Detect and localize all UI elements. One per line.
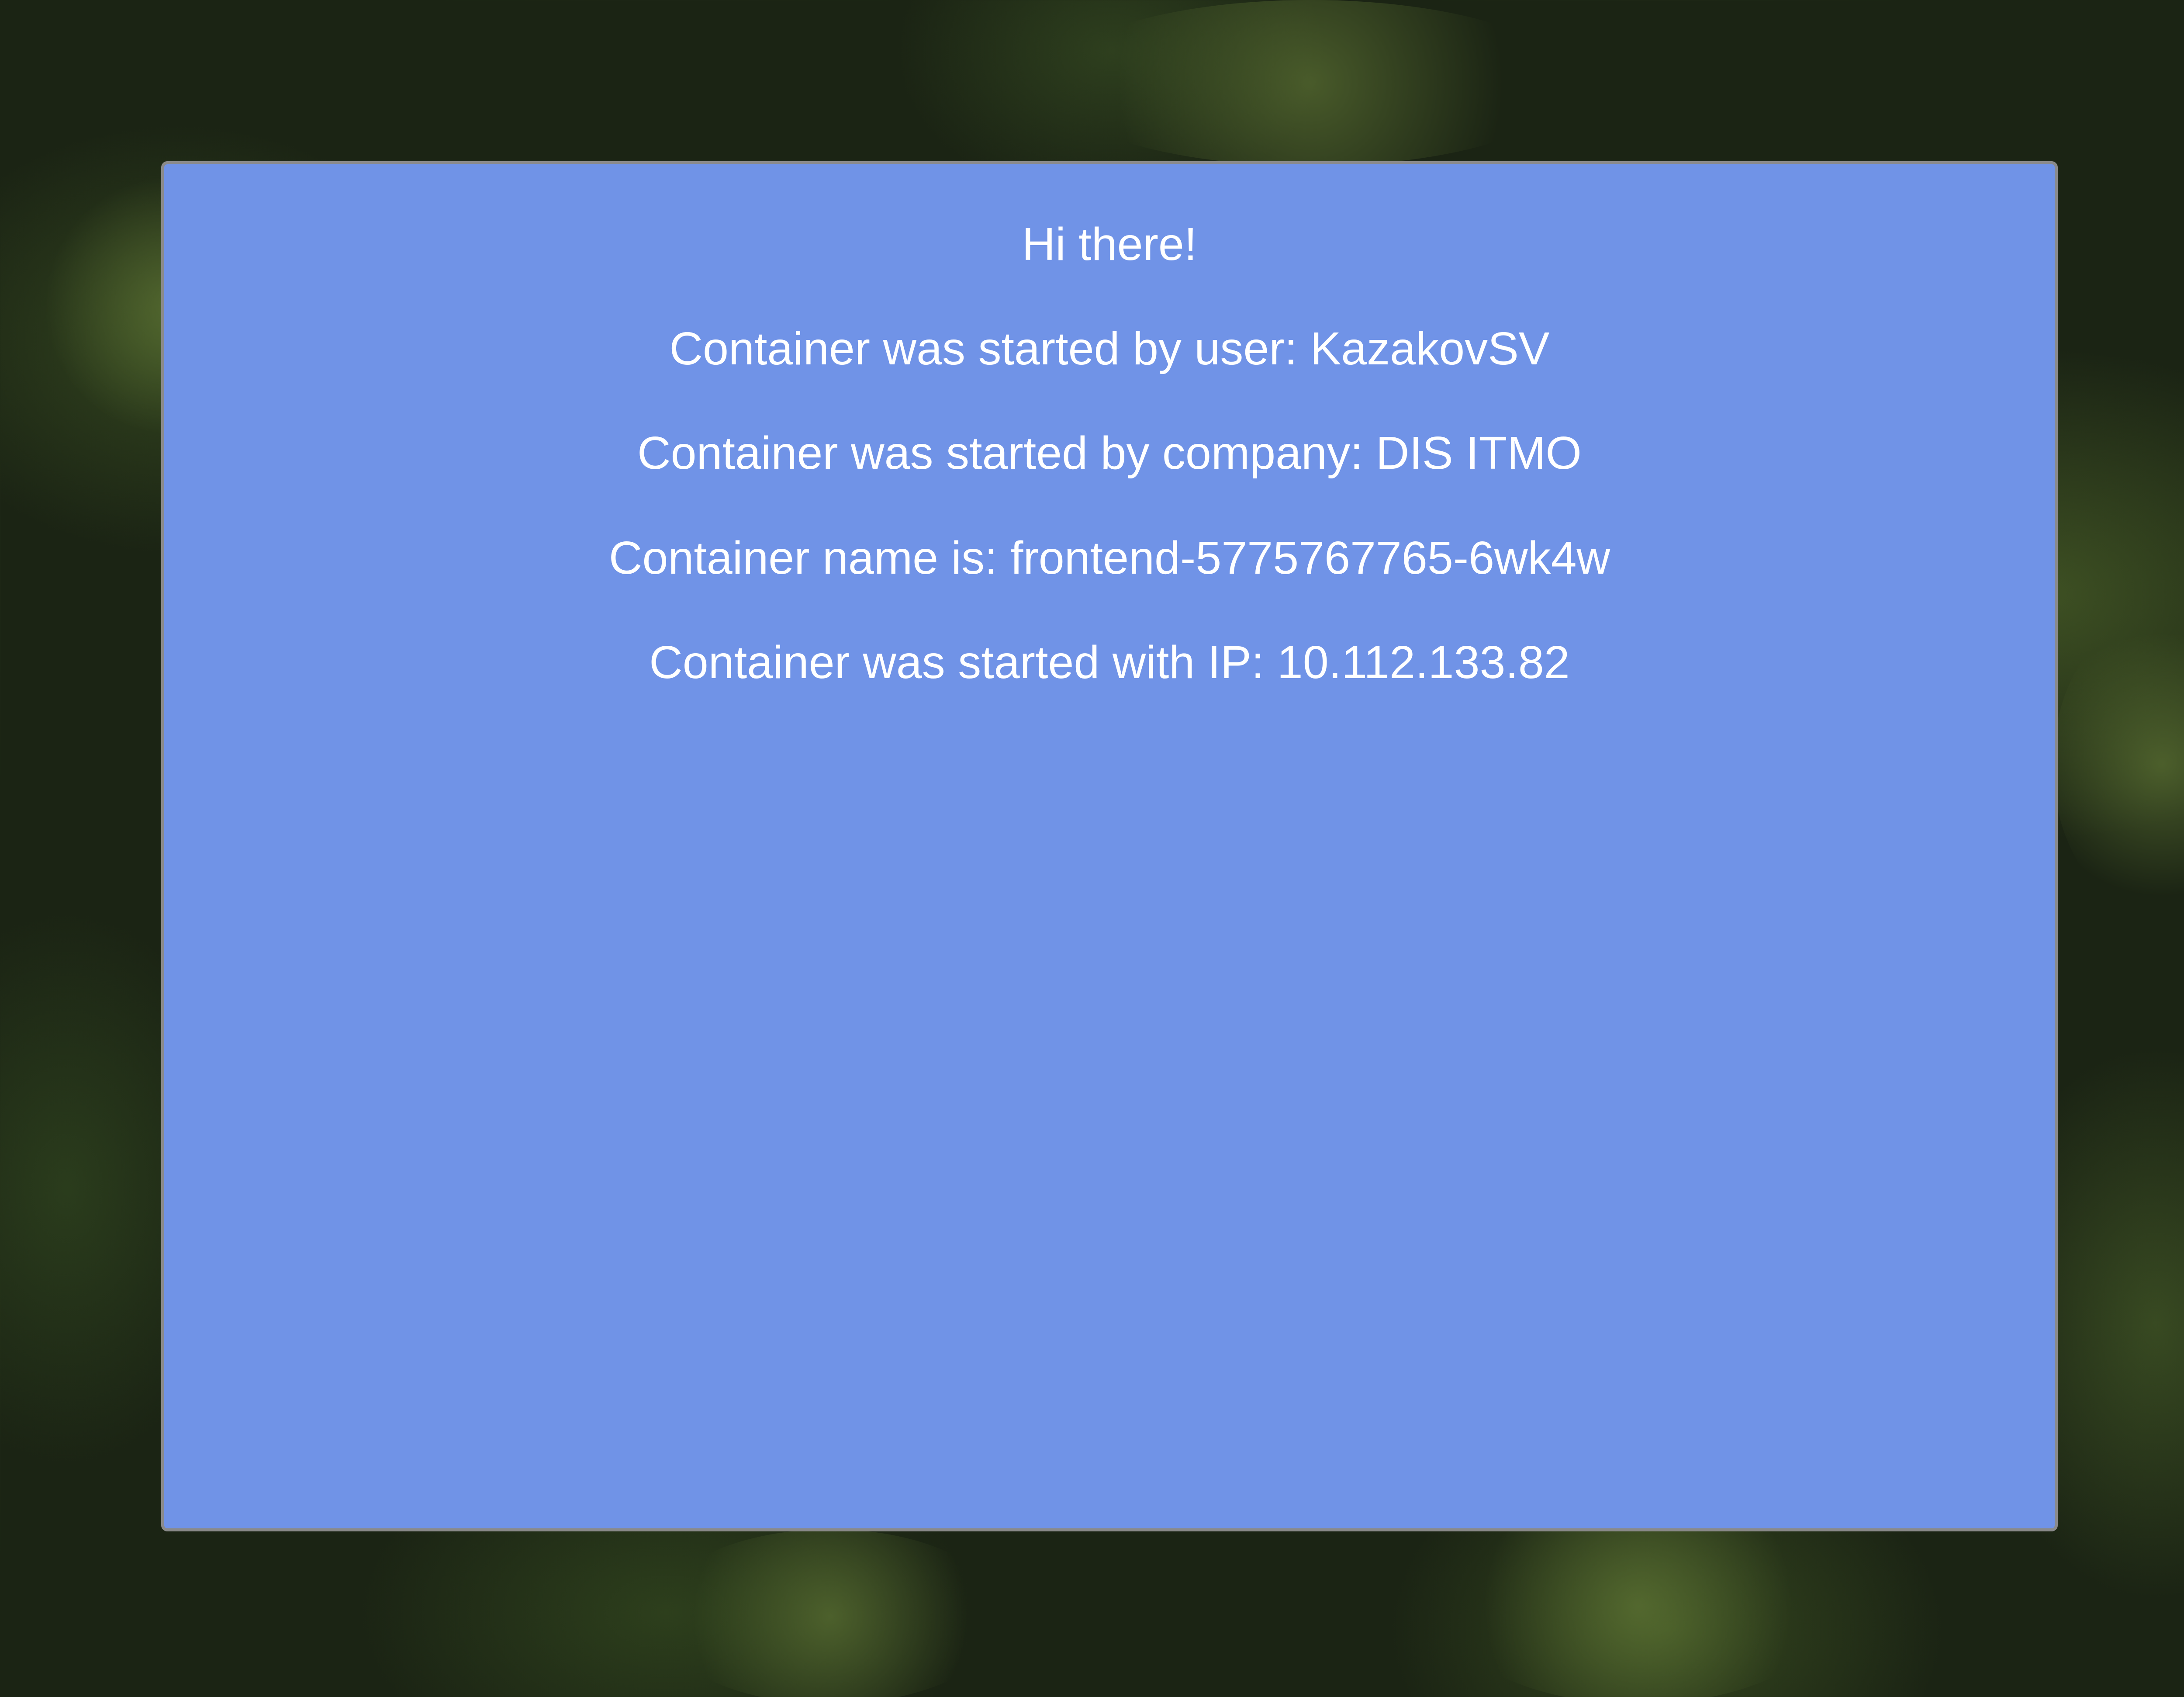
container-ip-text: Container was started with IP: 10.112.13… [649, 636, 1570, 688]
started-by-user-text: Container was started by user: KazakovSV [669, 323, 1550, 375]
greeting-text: Hi there! [1022, 218, 1197, 270]
info-panel-content: Hi there! Container was started by user:… [164, 164, 2055, 690]
info-panel: Hi there! Container was started by user:… [161, 161, 2058, 1531]
background-foliage [1441, 1507, 1835, 1697]
started-by-company-text: Container was started by company: DIS IT… [637, 427, 1582, 479]
container-name-text: Container name is: frontend-5775767765-6… [608, 532, 1610, 584]
background-foliage [655, 1529, 1005, 1697]
background-foliage [1048, 0, 1572, 166]
background-foliage [2053, 612, 2184, 918]
